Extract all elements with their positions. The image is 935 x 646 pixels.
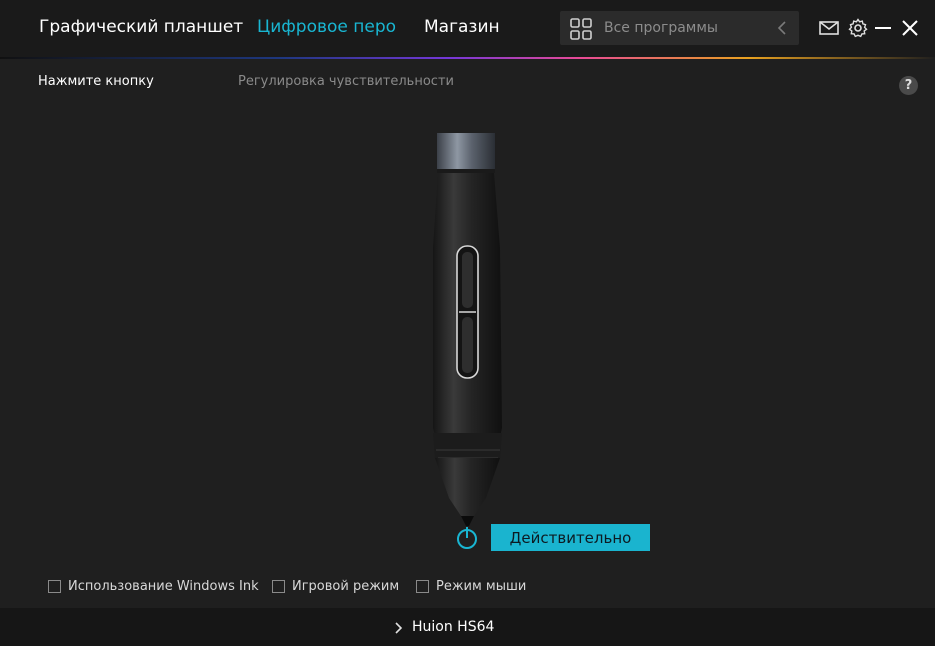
subtab-press-button[interactable]: Нажмите кнопку (38, 74, 154, 89)
pen-tip-action-button[interactable]: Действительно (491, 524, 650, 551)
chevron-right-icon (393, 620, 403, 634)
checkbox-label: Режим мыши (436, 579, 527, 594)
minimize-icon[interactable] (872, 17, 894, 39)
checkbox-box[interactable] (272, 580, 285, 593)
checkbox-windows-ink[interactable]: Использование Windows Ink (48, 579, 259, 594)
tab-store[interactable]: Магазин (424, 17, 500, 37)
gear-icon[interactable] (847, 17, 869, 39)
power-icon[interactable] (455, 526, 479, 550)
device-name: Huion HS64 (412, 619, 495, 635)
program-search-input[interactable] (604, 18, 764, 38)
mail-icon[interactable] (818, 17, 840, 39)
header-divider (0, 57, 935, 59)
checkbox-mouse-mode[interactable]: Режим мыши (416, 579, 526, 594)
tab-digital-pen[interactable]: Цифровое перо (257, 17, 396, 37)
grid-icon[interactable] (570, 18, 592, 40)
subtab-sensitivity[interactable]: Регулировка чувствительности (238, 74, 454, 89)
chevron-left-icon[interactable] (776, 20, 790, 36)
checkbox-game-mode[interactable]: Игровой режим (272, 579, 399, 594)
checkbox-box[interactable] (416, 580, 429, 593)
close-icon[interactable] (899, 17, 921, 39)
tab-graphics-tablet[interactable]: Графический планшет (39, 17, 243, 37)
footer-bar: Huion HS64 (0, 608, 935, 646)
help-icon[interactable]: ? (899, 76, 918, 95)
program-selector[interactable] (560, 11, 799, 45)
checkbox-label: Использование Windows Ink (68, 579, 259, 594)
top-bar: Графический планшет Цифровое перо Магази… (0, 0, 935, 58)
checkbox-label: Игровой режим (292, 579, 400, 594)
checkbox-box[interactable] (48, 580, 61, 593)
digital-pen-image (433, 133, 502, 526)
device-selector[interactable]: Huion HS64 (393, 619, 494, 635)
